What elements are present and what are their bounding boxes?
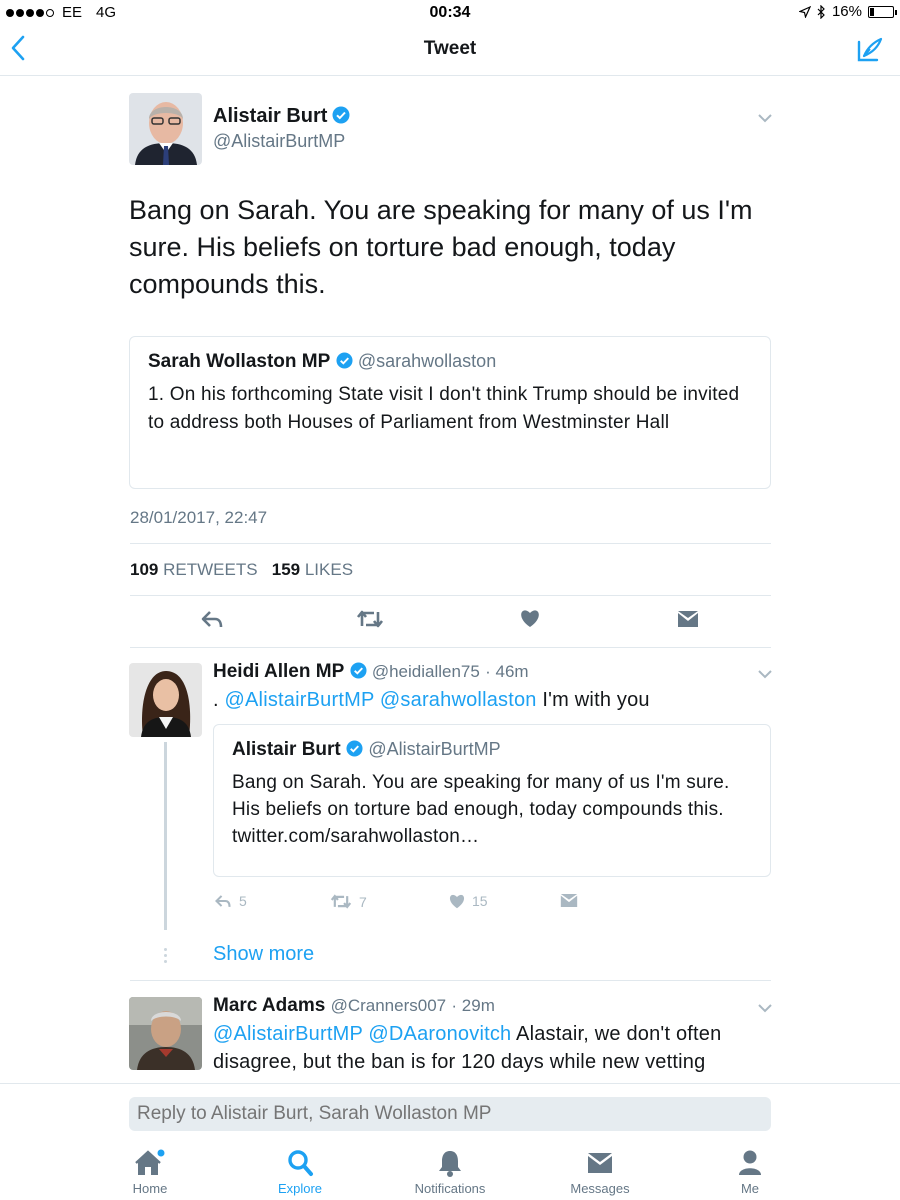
retweet-icon[interactable] xyxy=(356,608,384,630)
battery-icon xyxy=(868,5,897,18)
battery-percent: 16% xyxy=(831,3,862,20)
mention-link[interactable]: @AlistairBurtMP xyxy=(213,1023,363,1045)
reply-header: Marc Adams @Cranners007 · 29m xyxy=(213,995,495,1017)
retweet-icon xyxy=(330,894,352,909)
show-more-link[interactable]: Show more xyxy=(213,943,314,966)
tab-home[interactable]: Home xyxy=(85,1148,215,1196)
retweets-label[interactable]: RETWEETS xyxy=(163,560,257,579)
author-name[interactable]: Alistair Burt xyxy=(213,105,327,127)
reply-avatar[interactable] xyxy=(129,997,202,1070)
reply-icon[interactable] xyxy=(200,608,224,630)
reply-composer-bar xyxy=(0,1083,900,1138)
quoted-tweet-card[interactable]: Alistair Burt @AlistairBurtMP Bang on Sa… xyxy=(213,724,771,877)
tab-explore-label: Explore xyxy=(277,1181,323,1196)
chevron-down-icon[interactable] xyxy=(757,1002,773,1014)
quoted-tweet-text: 1. On his forthcoming State visit I don'… xyxy=(148,384,740,433)
quoted-tweet-text: Bang on Sarah. You are speaking for many… xyxy=(232,772,730,847)
compose-tweet-button[interactable] xyxy=(856,36,884,69)
tweet-text: Bang on Sarah. You are speaking for many… xyxy=(129,195,753,299)
divider xyxy=(130,980,771,981)
reply-icon xyxy=(215,895,231,907)
bell-icon xyxy=(439,1151,461,1177)
home-icon xyxy=(135,1149,165,1175)
status-bar-right: 16% xyxy=(798,3,897,20)
reply-author-handle[interactable]: @Cranners007 xyxy=(331,996,447,1015)
verified-badge-icon xyxy=(336,352,353,369)
verified-badge-icon xyxy=(350,662,367,679)
tweet-timestamp: 28/01/2017, 22:47 xyxy=(130,508,268,527)
like-count[interactable]: 159 xyxy=(272,560,300,579)
quoted-author-handle: @AlistairBurtMP xyxy=(368,739,501,759)
reply-author-handle[interactable]: @heidiallen75 xyxy=(372,662,480,681)
quoted-author-handle: @sarahwollaston xyxy=(357,351,497,371)
quoted-author-name: Alistair Burt xyxy=(232,739,341,760)
tab-me[interactable]: Me xyxy=(685,1148,815,1196)
author-header: Alistair Burt xyxy=(213,105,350,128)
verified-badge-icon xyxy=(332,106,350,124)
like-count: 15 xyxy=(472,893,488,909)
tab-explore[interactable]: Explore xyxy=(235,1148,365,1196)
mention-link[interactable]: @AlistairBurtMP xyxy=(225,689,375,711)
reply-actions: 5 7 15 xyxy=(213,893,613,915)
user-profile-icon xyxy=(739,1150,761,1175)
retweet-count[interactable]: 109 xyxy=(130,560,158,579)
divider xyxy=(130,595,771,596)
tab-me-label: Me xyxy=(740,1181,760,1196)
reply-input[interactable] xyxy=(129,1097,771,1131)
divider xyxy=(130,543,771,544)
reply-text: @AlistairBurtMP @DAaronovitch Alastair, … xyxy=(213,1020,773,1076)
envelope-icon xyxy=(588,1153,612,1173)
thread-line xyxy=(164,742,167,930)
mention-link[interactable]: @DAaronovitch xyxy=(368,1023,511,1045)
direct-message-icon xyxy=(560,893,578,908)
tab-messages-label: Messages xyxy=(570,1181,630,1196)
retweet-action[interactable]: 7 xyxy=(329,893,367,910)
tab-home-label: Home xyxy=(132,1181,168,1196)
author-avatar[interactable] xyxy=(129,93,202,165)
tab-messages[interactable]: Messages xyxy=(535,1148,665,1196)
reply-author-name[interactable]: Marc Adams xyxy=(213,995,325,1016)
tab-notifications-label: Notifications xyxy=(414,1181,486,1196)
message-action[interactable] xyxy=(560,893,578,908)
reply-count: 5 xyxy=(239,893,247,909)
mention-link[interactable]: @sarahwollaston xyxy=(380,689,537,711)
like-heart-icon[interactable] xyxy=(519,608,541,628)
quoted-tweet-card[interactable]: Sarah Wollaston MP @sarahwollaston 1. On… xyxy=(129,336,771,489)
direct-message-icon[interactable] xyxy=(677,610,699,628)
search-icon xyxy=(288,1150,313,1176)
status-time: 00:34 xyxy=(429,4,471,21)
bluetooth-icon xyxy=(817,4,825,19)
tab-notifications[interactable]: Notifications xyxy=(385,1148,515,1196)
like-heart-icon xyxy=(449,894,465,909)
location-arrow-icon xyxy=(798,5,811,18)
status-bar: EE 4G 00:34 16% xyxy=(0,0,900,26)
reply-prefix: . xyxy=(213,689,225,711)
chevron-down-icon[interactable] xyxy=(757,668,773,680)
reply-time: · 29m xyxy=(451,996,495,1015)
tweet-stats: 109 RETWEETS 159 LIKES xyxy=(130,560,353,580)
reply-header: Heidi Allen MP @heidiallen75 · 46m xyxy=(213,661,529,683)
tweet-actions xyxy=(130,608,770,634)
page-title: Tweet xyxy=(423,38,477,59)
retweet-count: 7 xyxy=(359,893,367,910)
reply-action[interactable]: 5 xyxy=(213,893,247,909)
likes-label[interactable]: LIKES xyxy=(305,560,353,579)
reply-text-body: I'm with you xyxy=(536,689,650,711)
author-handle[interactable]: @AlistairBurtMP xyxy=(213,131,345,152)
reply-text: . @AlistairBurtMP @sarahwollaston I'm wi… xyxy=(213,686,773,714)
like-action[interactable]: 15 xyxy=(448,893,488,909)
quoted-author-name: Sarah Wollaston MP xyxy=(148,351,331,372)
tab-bar: Home Explore Notifications Messages Me xyxy=(0,1140,900,1200)
divider xyxy=(130,647,771,648)
reply-avatar[interactable] xyxy=(129,663,202,737)
verified-badge-icon xyxy=(346,740,363,757)
compose-icon xyxy=(857,37,883,62)
thread-gap-dots xyxy=(164,948,167,964)
reply-author-name[interactable]: Heidi Allen MP xyxy=(213,661,344,682)
chevron-down-icon[interactable] xyxy=(757,112,773,124)
reply-time: · 46m xyxy=(485,662,529,681)
navigation-bar: Tweet xyxy=(0,26,900,76)
